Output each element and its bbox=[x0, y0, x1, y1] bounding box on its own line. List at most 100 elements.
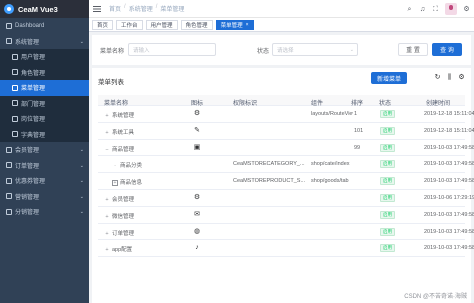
tab-tag[interactable]: 角色管理 bbox=[180, 19, 213, 30]
sidebar-item-label: 系统管理 bbox=[15, 39, 40, 46]
menu-icon bbox=[12, 53, 18, 60]
menu-name: 微信管理 bbox=[112, 213, 135, 220]
app-logo[interactable]: CeaM Vue3 bbox=[0, 0, 89, 18]
expand-toggle-icon[interactable]: + bbox=[104, 197, 110, 203]
chevron-down-icon: ⌄ bbox=[79, 178, 84, 184]
menu-icon: ♪ bbox=[195, 244, 199, 252]
cell-component: shop/goods/tab bbox=[311, 178, 349, 185]
logo-icon bbox=[4, 4, 14, 14]
breadcrumb-item: 系统管理 bbox=[128, 7, 153, 13]
status-select[interactable]: 请选择 ⌄ bbox=[272, 43, 358, 56]
cell-name: − 商品管理 bbox=[104, 145, 134, 153]
sidebar-item[interactable]: 优惠券管理 ⌄ bbox=[0, 173, 89, 189]
table-row[interactable]: + app配置 ♪ 启用 2019-10-03 17:49:58 bbox=[98, 240, 474, 258]
table-row[interactable]: + 系统管理 ⚙ layouts/RouteView 1 启用 2019-12-18 15:… bbox=[98, 106, 474, 123]
status-label: 状态 bbox=[257, 49, 270, 55]
expand-toggle-icon[interactable]: + bbox=[104, 247, 110, 253]
breadcrumb-separator: / bbox=[155, 4, 158, 10]
cell-created: 2019-10-03 17:49:58 bbox=[424, 245, 474, 252]
query-button[interactable]: 查 询 bbox=[432, 43, 462, 56]
sidebar-item[interactable]: 字典管理 bbox=[0, 126, 89, 142]
table-toolbar: ↻ ⫼ ⚙ bbox=[434, 74, 465, 81]
sidebar-item[interactable]: 用户管理 bbox=[0, 49, 89, 65]
chevron-down-icon: ⌄ bbox=[79, 147, 84, 153]
tab-tag[interactable]: 菜单管理 × bbox=[215, 19, 254, 30]
fullscreen-icon[interactable]: ⛶ bbox=[432, 6, 439, 13]
menu-name: 商品分类 bbox=[120, 163, 143, 170]
sidebar-item[interactable]: 会员管理 ⌄ bbox=[0, 142, 89, 158]
sidebar-item-label: 分销管理 bbox=[15, 210, 40, 217]
sidebar-item[interactable]: 角色管理 bbox=[0, 64, 89, 80]
menu-icon bbox=[6, 146, 12, 153]
cell-name: + 微信管理 bbox=[104, 212, 134, 220]
status-badge: 启用 bbox=[380, 177, 395, 186]
avatar[interactable] bbox=[445, 3, 457, 15]
expand-toggle-icon[interactable]: · bbox=[112, 163, 118, 169]
refresh-icon[interactable]: ↻ bbox=[434, 74, 441, 81]
sidebar-item-label: 营销管理 bbox=[15, 194, 40, 201]
gear-icon[interactable]: ⚙ bbox=[463, 6, 470, 13]
table-row[interactable]: + 会员管理 ⚙ 启用 2019-10-06 17:29:19 bbox=[98, 190, 474, 207]
menu-name: 商品信息 bbox=[120, 180, 143, 187]
expand-toggle-icon[interactable]: + bbox=[104, 231, 110, 237]
sidebar-item-label: 字典管理 bbox=[21, 132, 46, 139]
chevron-down-icon: ⌄ bbox=[79, 162, 84, 169]
sidebar-item[interactable]: 营销管理 ⌄ bbox=[0, 189, 89, 205]
menu-icon bbox=[6, 22, 12, 29]
table-row[interactable]: + 商品信息 CeaMSTOREPRODUCT_S... shop/goods/tab… bbox=[98, 173, 474, 190]
tab-tag-label: 角色管理 bbox=[185, 22, 208, 29]
expand-toggle-icon[interactable]: − bbox=[104, 147, 110, 153]
status-select-placeholder: 请选择 bbox=[277, 47, 294, 54]
table-title: 菜单列表 bbox=[98, 79, 124, 86]
cell-created: 2019-10-03 17:49:58 bbox=[424, 178, 474, 185]
table-row[interactable]: · 商品分类 CeaMSTORECATEGORY_... shop/cate/inde… bbox=[98, 156, 474, 174]
gear-icon[interactable]: ⚙ bbox=[458, 74, 465, 81]
menu-name-input[interactable]: 请输入 bbox=[128, 43, 216, 56]
breadcrumb-separator: / bbox=[124, 4, 126, 10]
table-row[interactable]: + 系统工具 ✎ 101 启用 2019-12-18 15:11:04 bbox=[98, 123, 474, 140]
sidebar-item[interactable]: 部门管理 bbox=[0, 95, 89, 111]
close-icon[interactable]: × bbox=[246, 22, 249, 28]
menu-icon: ⚙ bbox=[193, 110, 201, 117]
sidebar-item-label: 部门管理 bbox=[21, 101, 46, 108]
sidebar-item[interactable]: 菜单管理 bbox=[0, 80, 89, 96]
sidebar-item[interactable]: 系统管理 ⌄ bbox=[0, 34, 89, 50]
hamburger-icon[interactable] bbox=[93, 5, 101, 12]
menu-icon: ⚙ bbox=[193, 194, 201, 201]
cell-perm: CeaMSTOREPRODUCT_S... bbox=[233, 178, 306, 185]
sidebar-item[interactable]: 分销管理 ⌄ bbox=[0, 204, 89, 220]
expand-toggle-icon[interactable]: + bbox=[104, 130, 110, 136]
main-content: 菜单名称 请输入 状态 请选择 ⌄ 重 置 查 询 菜单列表 新增菜单 ↻ ⫼ … bbox=[89, 32, 474, 303]
bell-icon[interactable]: ♫ bbox=[419, 6, 426, 13]
reset-button[interactable]: 重 置 bbox=[398, 43, 428, 56]
add-menu-button[interactable]: 新增菜单 bbox=[371, 72, 407, 84]
cell-name: · 商品分类 bbox=[112, 161, 142, 169]
tab-tag-label: 首页 bbox=[97, 22, 109, 29]
sidebar-item-label: 订单管理 bbox=[15, 163, 40, 170]
tab-tag[interactable]: 首页 bbox=[92, 19, 114, 30]
cell-sort: 101 bbox=[354, 127, 364, 134]
table-row[interactable]: + 订单管理 ◍ 启用 2019-10-03 17:49:58 bbox=[98, 224, 474, 241]
sidebar-item[interactable]: 订单管理 ⌄ bbox=[0, 158, 89, 174]
tab-tag-label: 用户管理 bbox=[150, 22, 173, 29]
table-row[interactable]: − 商品管理 ▣ 99 启用 2019-10-03 17:49:58 bbox=[98, 140, 474, 157]
search-icon[interactable]: ⌕ bbox=[406, 6, 413, 13]
menu-name: 商品管理 bbox=[112, 146, 135, 153]
sidebar-item-label: 用户管理 bbox=[21, 55, 46, 62]
cell-name: + 商品信息 bbox=[112, 178, 143, 187]
sidebar-item[interactable]: 岗位管理 bbox=[0, 111, 89, 127]
tab-tag[interactable]: 用户管理 bbox=[145, 19, 178, 30]
cell-sort: 99 bbox=[354, 144, 361, 151]
status-badge: 启用 bbox=[380, 126, 395, 135]
tab-tag[interactable]: 工作台 bbox=[116, 19, 143, 30]
table-row[interactable]: + 微信管理 ✉ 启用 2019-10-03 17:49:58 bbox=[98, 207, 474, 224]
menu-name: 系统工具 bbox=[112, 129, 135, 136]
sidebar-item[interactable]: Dashboard bbox=[0, 18, 89, 34]
expand-toggle-icon[interactable]: + bbox=[104, 214, 110, 220]
menu-icon: ✉ bbox=[194, 210, 200, 218]
column-settings-icon[interactable]: ⫼ bbox=[446, 74, 453, 81]
breadcrumb-item[interactable]: 首页 bbox=[109, 4, 121, 13]
expand-toggle-icon[interactable]: + bbox=[112, 180, 118, 187]
expand-toggle-icon[interactable]: + bbox=[104, 113, 110, 119]
cell-component: shop/cate/index bbox=[311, 161, 350, 168]
